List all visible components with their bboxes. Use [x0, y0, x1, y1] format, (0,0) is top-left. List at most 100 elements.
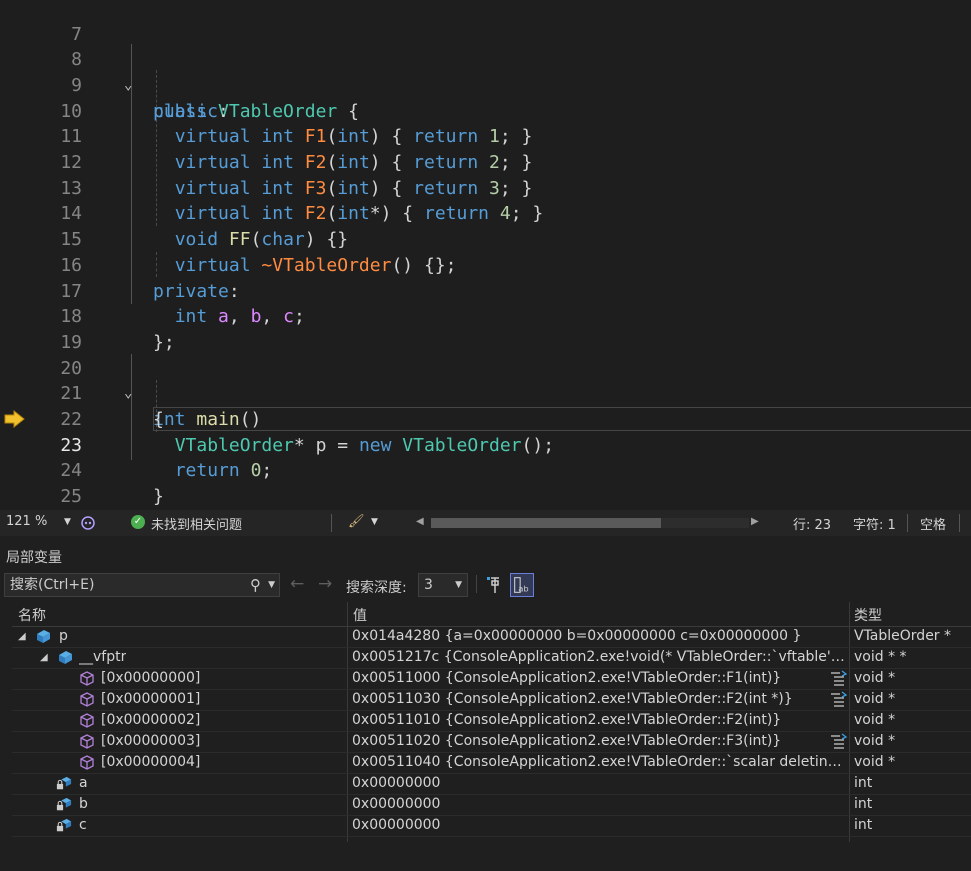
variable-value[interactable]: 0x00511000 {ConsoleApplication2.exe!VTab…: [352, 668, 845, 689]
variable-name: b: [79, 796, 88, 812]
table-row[interactable]: [0x00000002] 0x00511010 {ConsoleApplicat…: [12, 710, 971, 732]
char-indicator[interactable]: 字符: 1: [853, 514, 896, 533]
collapse-triangle-icon[interactable]: ◢: [40, 647, 48, 668]
indent-indicator[interactable]: 空格: [920, 514, 946, 533]
table-row[interactable]: a 0x00000000 int: [12, 773, 971, 795]
column-type-header[interactable]: 类型: [854, 605, 882, 625]
search-depth-value: 3: [424, 577, 433, 593]
table-row[interactable]: [0x00000000] 0x00511000 {ConsoleApplicat…: [12, 668, 971, 690]
copilot-icon[interactable]: [80, 515, 96, 531]
table-row[interactable]: [0x00000003] 0x00511020 {ConsoleApplicat…: [12, 731, 971, 753]
search-forward-icon[interactable]: →: [318, 574, 332, 594]
code-line: 13 virtual int F2(int*) { return 4; }: [0, 150, 971, 225]
horizontal-scrollbar[interactable]: [431, 518, 749, 528]
code-line: 24 }: [0, 433, 971, 507]
variable-name: c: [79, 817, 87, 833]
variable-value[interactable]: 0x00511010 {ConsoleApplication2.exe!VTab…: [352, 710, 845, 731]
variable-type: void *: [854, 691, 896, 707]
brush-icon[interactable]: 🖌: [348, 514, 365, 529]
column-name-header[interactable]: 名称: [18, 605, 46, 625]
code-line: 22 VTableOrder* p = new VTableOrder();: [0, 381, 971, 456]
table-row[interactable]: [0x00000004] 0x00511040 {ConsoleApplicat…: [12, 752, 971, 774]
variable-value[interactable]: 0x0051217c {ConsoleApplication2.exe!void…: [352, 647, 845, 668]
scrollbar-thumb[interactable]: [431, 518, 661, 528]
divider: [959, 514, 960, 532]
check-circle-icon: ✓: [131, 515, 145, 529]
variable-type: int: [854, 817, 873, 833]
variable-type: void *: [854, 670, 896, 686]
code-line: 20 ⌄ int main(): [0, 330, 971, 430]
pin-icon[interactable]: [483, 573, 507, 597]
code-line: 16 private:: [0, 227, 971, 302]
table-row[interactable]: ◢ p 0x014a4280 {a=0x00000000 b=0x0000000…: [12, 626, 971, 648]
object-cube-icon: [59, 651, 72, 664]
divider: [331, 514, 332, 532]
function-pointer-icon: [80, 671, 94, 686]
search-input[interactable]: 搜索(Ctrl+E) ⚲ ▼: [4, 573, 280, 597]
divider: [907, 514, 908, 532]
variable-type: void *: [854, 733, 896, 749]
search-placeholder: 搜索(Ctrl+E): [10, 577, 95, 593]
function-pointer-icon: [80, 692, 94, 707]
code-line: 7: [0, 0, 971, 45]
variable-value[interactable]: 0x00511030 {ConsoleApplication2.exe!VTab…: [352, 689, 845, 710]
table-row[interactable]: ◢ __vfptr 0x0051217c {ConsoleApplication…: [12, 647, 971, 669]
function-pointer-icon: [80, 713, 94, 728]
code-line: 17 int a, b, c;: [0, 253, 971, 328]
variable-value[interactable]: 0x00000000: [352, 815, 845, 836]
variable-name: p: [59, 628, 68, 644]
table-row[interactable]: c 0x00000000 int: [12, 815, 971, 837]
private-field-icon: [56, 818, 72, 832]
table-row[interactable]: b 0x00000000 int: [12, 794, 971, 816]
variable-value[interactable]: 0x00000000: [352, 794, 845, 815]
brush-dropdown-icon[interactable]: ▼: [371, 517, 378, 527]
scroll-left-icon[interactable]: ◀: [416, 516, 424, 527]
variable-name: [0x00000001]: [101, 691, 201, 707]
code-line: 14 void FF(char) {}: [0, 176, 971, 250]
line-indicator[interactable]: 行: 23: [793, 514, 831, 533]
variable-name: [0x00000002]: [101, 712, 201, 728]
code-line: 15 virtual ~VTableOrder() {};: [0, 201, 971, 276]
variable-name: [0x00000004]: [101, 754, 201, 770]
column-value-header[interactable]: 值: [353, 605, 367, 625]
variable-name: __vfptr: [79, 649, 127, 665]
collapse-triangle-icon[interactable]: ◢: [18, 626, 26, 647]
code-line: 19: [0, 304, 971, 353]
variable-value[interactable]: 0x00511020 {ConsoleApplication2.exe!VTab…: [352, 731, 845, 752]
search-options-dropdown-icon[interactable]: ▼: [268, 574, 275, 596]
code-text: }: [153, 486, 164, 508]
visualizer-icon[interactable]: [830, 670, 848, 686]
scroll-right-icon[interactable]: ▶: [751, 516, 759, 527]
code-line: 25: [0, 458, 971, 507]
line-number: 25: [60, 486, 82, 508]
variable-value[interactable]: 0x00511040 {ConsoleApplication2.exe!VTab…: [352, 752, 845, 773]
zoom-level[interactable]: 121 %: [6, 514, 47, 529]
visualizer-icon[interactable]: [830, 691, 848, 707]
private-field-icon: [56, 797, 72, 811]
locals-panel: 局部变量 搜索(Ctrl+E) ⚲ ▼ ← → 搜索深度: 3 ▼ ab 名称 …: [0, 542, 971, 871]
code-line: 21 {: [0, 356, 971, 430]
hex-display-icon[interactable]: ab: [510, 573, 534, 597]
grid-header: 名称 值 类型: [12, 602, 971, 627]
panel-title: 局部变量: [6, 550, 62, 566]
zoom-dropdown-icon[interactable]: ▼: [64, 517, 71, 527]
code-line: 10 virtual int F1(int) { return 1; }: [0, 73, 971, 148]
variable-type: void *: [854, 754, 896, 770]
variable-type: void *: [854, 712, 896, 728]
issues-status[interactable]: 未找到相关问题: [151, 514, 242, 533]
variable-value[interactable]: 0x014a4280 {a=0x00000000 b=0x00000000 c=…: [352, 626, 845, 647]
variable-value[interactable]: 0x00000000: [352, 773, 845, 794]
variable-type: void * *: [854, 649, 907, 665]
table-row[interactable]: [0x00000001] 0x00511030 {ConsoleApplicat…: [12, 689, 971, 711]
code-line: 9 public:: [0, 47, 971, 122]
search-back-icon[interactable]: ←: [290, 574, 304, 594]
search-depth-select[interactable]: 3 ▼: [418, 573, 468, 597]
variable-name: a: [79, 775, 88, 791]
code-line: 12 virtual int F3(int) { return 3; }: [0, 124, 971, 199]
visualizer-icon[interactable]: [830, 733, 848, 749]
function-pointer-icon: [80, 734, 94, 749]
variable-name: [0x00000003]: [101, 733, 201, 749]
search-icon[interactable]: ⚲: [250, 574, 261, 596]
code-editor[interactable]: 7 8 ⌄ class VTableOrder { 9 public: 10 v…: [0, 0, 971, 510]
code-line: 18 };: [0, 279, 971, 353]
